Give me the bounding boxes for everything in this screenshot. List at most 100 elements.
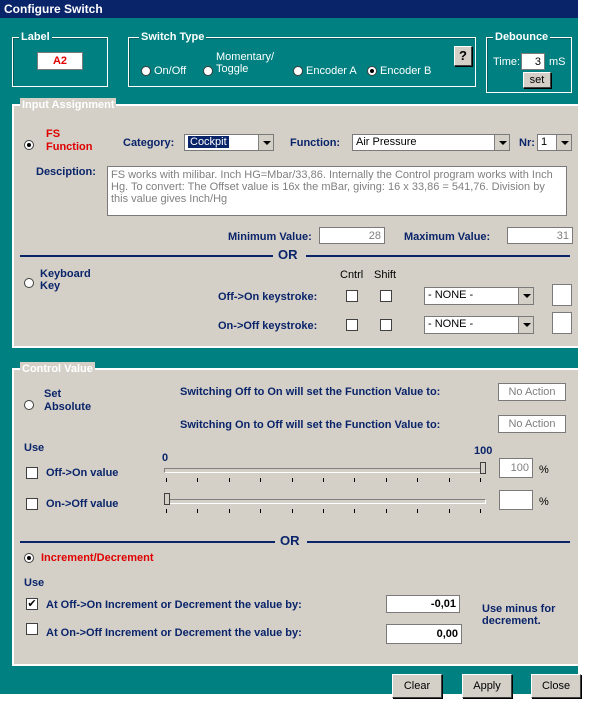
switch-type-group: Switch Type On/Off Momentary/ Toggle Enc… bbox=[128, 30, 476, 87]
description-label: Desciption: bbox=[36, 166, 96, 178]
control-value-group: Control Value Set Absolute Switching Off… bbox=[12, 362, 580, 666]
max-value-input[interactable]: 31 bbox=[507, 227, 573, 244]
nr-label: Nr: bbox=[519, 137, 535, 149]
slider-tick bbox=[228, 509, 230, 513]
max-value-label: Maximum Value: bbox=[404, 231, 491, 243]
on-off-keystroke-label: On->Off keystroke: bbox=[218, 320, 318, 332]
slider-tick bbox=[448, 478, 450, 482]
slider-tick bbox=[166, 509, 167, 513]
radio-encoder-a[interactable] bbox=[293, 66, 303, 76]
inc1-label: At Off->On Increment or Decrement the va… bbox=[46, 599, 302, 611]
min-value-label: Minimum Value: bbox=[228, 231, 312, 243]
inc2-input[interactable]: 0,00 bbox=[386, 624, 462, 644]
on-off-cntrl-checkbox[interactable] bbox=[346, 319, 358, 331]
control-value-title: Control Value bbox=[20, 362, 95, 376]
off-on-percent-input[interactable]: 100 bbox=[499, 458, 533, 478]
increment-decrement-label: Increment/Decrement bbox=[41, 552, 154, 564]
inc2-checkbox[interactable] bbox=[26, 623, 38, 635]
off-on-slider[interactable] bbox=[164, 468, 486, 473]
slider-tick bbox=[323, 509, 324, 513]
scale-max: 100 bbox=[474, 445, 493, 457]
slider-tick bbox=[448, 509, 450, 513]
or-divider-right bbox=[306, 255, 570, 257]
apply-button[interactable]: Apply bbox=[462, 674, 512, 698]
clear-button[interactable]: Clear bbox=[392, 674, 442, 698]
on-off-percent-sign: % bbox=[539, 496, 549, 508]
label-group-title: Label bbox=[19, 30, 52, 44]
keyboard-key-label: Keyboard Key bbox=[40, 268, 91, 292]
cntrl-header: Cntrl bbox=[340, 269, 364, 281]
use-label: Use bbox=[24, 442, 45, 454]
switching-on-off-label: Switching On to Off will set the Functio… bbox=[180, 419, 441, 431]
nr-select[interactable]: 1 bbox=[537, 134, 572, 151]
category-select[interactable]: Cockpit bbox=[184, 134, 274, 151]
chevron-down-icon[interactable] bbox=[556, 135, 571, 150]
slider-tick bbox=[385, 478, 387, 482]
slider-tick bbox=[260, 509, 262, 513]
radio-momentary[interactable] bbox=[203, 66, 213, 76]
label-group: Label A2 bbox=[12, 30, 108, 87]
window-title: Configure Switch bbox=[0, 0, 578, 18]
chevron-down-icon[interactable] bbox=[494, 135, 509, 150]
on-off-shift-checkbox[interactable] bbox=[380, 319, 392, 331]
on-off-key-box[interactable] bbox=[552, 312, 572, 334]
chevron-down-icon[interactable] bbox=[258, 135, 273, 150]
use-label-2: Use bbox=[24, 577, 45, 589]
slider-tick bbox=[354, 478, 356, 482]
off-on-value-checkbox[interactable] bbox=[26, 467, 38, 479]
label-field[interactable]: A2 bbox=[37, 52, 83, 70]
debounce-title: Debounce bbox=[493, 30, 551, 44]
slider-tick bbox=[291, 509, 293, 513]
no-action-1[interactable]: No Action bbox=[498, 383, 566, 401]
input-assignment-title: Input Assignment bbox=[20, 98, 117, 112]
or-divider-right-2 bbox=[307, 541, 570, 543]
radio-encoder-b[interactable] bbox=[367, 66, 377, 76]
chevron-down-icon[interactable] bbox=[518, 288, 533, 304]
on-off-key-select[interactable]: - NONE - bbox=[424, 316, 534, 334]
off-on-key-select[interactable]: - NONE - bbox=[424, 287, 534, 305]
min-value-input[interactable]: 28 bbox=[319, 227, 385, 244]
radio-increment-decrement[interactable] bbox=[24, 553, 34, 563]
inc1-input[interactable]: -0,01 bbox=[386, 595, 460, 613]
no-action-2[interactable]: No Action bbox=[498, 415, 566, 433]
debounce-time-input[interactable]: 3 bbox=[521, 53, 545, 70]
chevron-down-icon[interactable] bbox=[518, 317, 533, 333]
slider-tick bbox=[354, 509, 356, 513]
close-button[interactable]: Close bbox=[531, 674, 581, 698]
keyboard-key-line2: Key bbox=[40, 280, 61, 292]
keyboard-key-line1: Keyboard bbox=[40, 268, 91, 280]
slider-tick bbox=[166, 478, 167, 482]
set-absolute-label: Set Absolute bbox=[44, 388, 91, 414]
or-divider-left bbox=[20, 255, 273, 257]
radio-keyboard-key[interactable] bbox=[24, 278, 34, 288]
on-off-key-value: - NONE - bbox=[428, 318, 474, 330]
debounce-set-button[interactable]: set bbox=[523, 72, 551, 88]
radio-fs-function[interactable] bbox=[24, 140, 34, 150]
inc1-checkbox[interactable]: ✔ bbox=[26, 598, 38, 610]
debounce-unit: mS bbox=[549, 56, 566, 68]
set-absolute-line1: Set bbox=[44, 388, 62, 400]
slider-tick bbox=[323, 478, 324, 482]
nr-value: 1 bbox=[541, 136, 548, 148]
slider-tick bbox=[260, 478, 262, 482]
off-on-shift-checkbox[interactable] bbox=[380, 290, 392, 302]
on-off-slider-thumb[interactable] bbox=[164, 493, 170, 505]
off-on-key-value: - NONE - bbox=[428, 289, 474, 301]
radio-onoff[interactable] bbox=[141, 66, 151, 76]
off-on-value-label: Off->On value bbox=[46, 467, 119, 479]
on-off-slider[interactable] bbox=[164, 499, 486, 504]
off-on-key-box[interactable] bbox=[552, 284, 572, 306]
on-off-value-checkbox[interactable] bbox=[26, 498, 38, 510]
radio-set-absolute[interactable] bbox=[24, 400, 34, 410]
category-label: Category: bbox=[123, 137, 175, 149]
slider-tick bbox=[228, 478, 230, 482]
off-on-slider-thumb[interactable] bbox=[480, 462, 486, 474]
radio-encoder-a-label: Encoder A bbox=[306, 65, 357, 77]
configure-switch-window: Configure Switch Label A2 Switch Type On… bbox=[0, 0, 581, 698]
off-on-keystroke-label: Off->On keystroke: bbox=[218, 291, 318, 303]
off-on-cntrl-checkbox[interactable] bbox=[346, 290, 358, 302]
help-button[interactable]: ? bbox=[454, 46, 472, 66]
function-select[interactable]: Air Pressure bbox=[352, 134, 510, 151]
slider-tick bbox=[291, 478, 293, 482]
on-off-percent-input[interactable] bbox=[499, 490, 533, 510]
